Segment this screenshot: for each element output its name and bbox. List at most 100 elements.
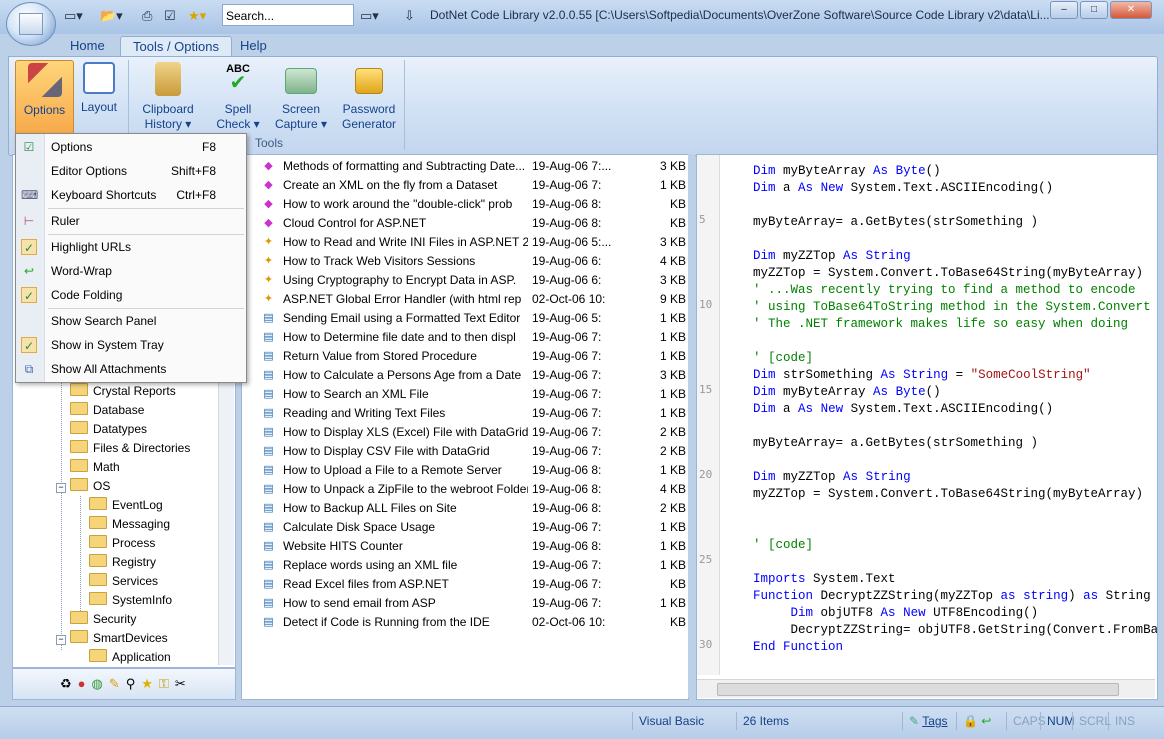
menu-item-word-wrap[interactable]: ↩ Word-Wrap xyxy=(16,260,246,282)
tree-item-application[interactable]: Application xyxy=(89,648,171,664)
code-line: myZZTop = System.Convert.ToBase64String(… xyxy=(753,266,1144,280)
tree-item-database[interactable]: Database xyxy=(70,401,144,420)
menu-item-label: Show Search Panel xyxy=(51,314,157,328)
highlight-icon[interactable]: ✎ xyxy=(109,676,126,691)
folder-icon xyxy=(89,497,107,510)
list-item[interactable]: ◆ Create an XML on the fly from a Dataset… xyxy=(242,176,688,195)
list-item[interactable]: ▤ How to Calculate a Persons Age from a D… xyxy=(242,366,688,385)
menu-item-show-search-panel[interactable]: Show Search Panel xyxy=(16,310,246,332)
list-item[interactable]: ▤ Read Excel files from ASP.NET 19-Aug-06 … xyxy=(242,575,688,594)
list-item[interactable]: ▤ Sending Email using a Formatted Text Ed… xyxy=(242,309,688,328)
search-options-icon[interactable]: ▭▾ xyxy=(360,6,379,26)
list-item[interactable]: ✦ How to Read and Write INI Files in ASP.… xyxy=(242,233,688,252)
print-icon[interactable]: ⎙ xyxy=(142,6,152,26)
colors-icon[interactable]: ● xyxy=(78,676,92,691)
star-icon[interactable]: ★ xyxy=(141,676,159,691)
search-input[interactable]: Search... xyxy=(222,4,354,26)
screen-capture-button[interactable]: Screen Capture ▾ xyxy=(272,60,330,134)
tree-item-math[interactable]: Math xyxy=(70,458,120,477)
list-item[interactable]: ▤ Replace words using an XML file 19-Aug-0… xyxy=(242,556,688,575)
minimize-button[interactable]: – xyxy=(1050,1,1078,19)
new-icon[interactable]: ▭▾ xyxy=(64,6,83,26)
list-item-date: 19-Aug-06 7: xyxy=(532,349,602,363)
list-item[interactable]: ▤ How to send email from ASP 19-Aug-06 7: 1… xyxy=(242,594,688,613)
code-editor[interactable]: 5 10 15 20 25 30 Dim myByteArray As Byte… xyxy=(696,154,1158,700)
list-item[interactable]: ▤ Detect if Code is Running from the IDE 0… xyxy=(242,613,688,632)
menu-item-show-in-system-tray[interactable]: ✓ Show in System Tray xyxy=(16,334,246,356)
list-item-date: 02-Oct-06 10: xyxy=(532,292,606,306)
tree-toolbar-icons[interactable]: ♻●◍✎⚲★⚿✂ xyxy=(60,676,192,692)
tree-item-crystal-reports[interactable]: Crystal Reports xyxy=(70,382,176,401)
tools-icon[interactable]: ✂ xyxy=(175,676,192,691)
tab-help[interactable]: Help xyxy=(228,36,279,56)
open-folder-icon[interactable]: 📂▾ xyxy=(100,6,123,26)
list-item[interactable]: ✦ How to Track Web Visitors Sessions 19-Au… xyxy=(242,252,688,271)
tree-item-os[interactable]: − OS xyxy=(56,477,110,496)
list-item[interactable]: ◆ How to work around the "double-click" p… xyxy=(242,195,688,214)
list-item[interactable]: ▤ How to Unpack a ZipFile to the webroot … xyxy=(242,480,688,499)
globe-icon[interactable]: ◍ xyxy=(92,676,109,691)
tree-item-process[interactable]: Process xyxy=(89,534,155,553)
tree-item-files-directories[interactable]: Files & Directories xyxy=(70,439,190,458)
list-item[interactable]: ◆ Cloud Control for ASP.NET 19-Aug-06 8: KB xyxy=(242,214,688,233)
tree-item-eventlog[interactable]: EventLog xyxy=(89,496,163,515)
lock-icon[interactable]: 🔒 xyxy=(963,714,978,728)
pane-splitter[interactable] xyxy=(688,154,695,698)
list-item[interactable]: ▤ How to Search an XML File 19-Aug-06 7: 1 … xyxy=(242,385,688,404)
list-item[interactable]: ▤ How to Determine file date and to then … xyxy=(242,328,688,347)
list-item[interactable]: ▤ Website HITS Counter 19-Aug-06 8: 1 KB xyxy=(242,537,688,556)
tree-item-datatypes[interactable]: Datatypes xyxy=(70,420,147,439)
menu-item-options[interactable]: ☑ Options F8 xyxy=(16,136,246,158)
spell-check-button[interactable]: ABC ✔ Spell Check ▾ xyxy=(210,60,266,134)
search-icon[interactable]: ⚲ xyxy=(126,676,142,691)
clipboard-history-button[interactable]: Clipboard History ▾ xyxy=(136,60,200,134)
tree-item-security[interactable]: Security xyxy=(70,610,136,629)
code-horizontal-scrollbar[interactable] xyxy=(697,679,1155,698)
favorite-star-icon[interactable]: ★▾ xyxy=(188,6,206,26)
tree-item-services[interactable]: Services xyxy=(89,572,158,591)
list-item[interactable]: ▤ Reading and Writing Text Files 19-Aug-06… xyxy=(242,404,688,423)
tree-item-messaging[interactable]: Messaging xyxy=(89,515,170,534)
wrap-icon[interactable]: ↩ xyxy=(981,714,991,728)
password-generator-button[interactable]: Password Generator xyxy=(338,60,400,134)
tree-item-smartdevices[interactable]: − SmartDevices xyxy=(56,629,168,648)
folder-icon xyxy=(70,440,88,453)
list-item[interactable]: ▤ How to Display CSV File with DataGrid 19… xyxy=(242,442,688,461)
maximize-button[interactable]: □ xyxy=(1080,1,1108,19)
list-item-title: Using Cryptography to Encrypt Data in AS… xyxy=(283,273,517,287)
status-tags-button[interactable]: ✎ Tags xyxy=(902,712,959,730)
tab-tools-options[interactable]: Tools / Options xyxy=(120,36,232,57)
layout-button[interactable]: Layout xyxy=(76,60,122,134)
tree-item-registry[interactable]: Registry xyxy=(89,553,156,572)
close-button[interactable]: ✕ xyxy=(1110,1,1152,19)
collapse-toggle-icon[interactable]: − xyxy=(56,635,66,645)
list-item[interactable]: ◆ Methods of formatting and Subtracting D… xyxy=(242,157,688,176)
tree-item-systeminfo[interactable]: SystemInfo xyxy=(89,591,172,610)
menu-item-editor-options[interactable]: Editor Options Shift+F8 xyxy=(16,160,246,182)
app-menu-button[interactable] xyxy=(6,2,56,46)
refresh-icon[interactable]: ♻ xyxy=(60,676,78,691)
status-tray-icons[interactable]: 🔒 ↩ xyxy=(956,712,1005,730)
list-item[interactable]: ▤ How to Backup ALL Files on Site 19-Aug-0… xyxy=(242,499,688,518)
menu-item-highlight-urls[interactable]: ✓ Highlight URLs xyxy=(16,236,246,258)
menu-item-ruler[interactable]: ⊢ Ruler xyxy=(16,210,246,232)
list-item[interactable]: ▤ How to Display XLS (Excel) File with Da… xyxy=(242,423,688,442)
list-item[interactable]: ▤ Return Value from Stored Procedure 19-Au… xyxy=(242,347,688,366)
scrollbar-thumb[interactable] xyxy=(717,683,1119,696)
list-item[interactable]: ✦ ASP.NET Global Error Handler (with html… xyxy=(242,290,688,309)
menu-item-show-all-attachments[interactable]: ⧉ Show All Attachments xyxy=(16,358,246,380)
key-icon[interactable]: ⚿ xyxy=(159,676,175,691)
tab-home[interactable]: Home xyxy=(58,36,117,56)
options-button-label: Options xyxy=(23,103,66,117)
list-item-date: 02-Oct-06 10: xyxy=(532,615,606,629)
list-item[interactable]: ▤ How to Upload a File to a Remote Server… xyxy=(242,461,688,480)
list-item[interactable]: ▤ Calculate Disk Space Usage 19-Aug-06 7: 1… xyxy=(242,518,688,537)
menu-item-keyboard-shortcuts[interactable]: ⌨ Keyboard Shortcuts Ctrl+F8 xyxy=(16,184,246,206)
list-item[interactable]: ✦ Using Cryptography to Encrypt Data in A… xyxy=(242,271,688,290)
check-icon[interactable]: ☑ xyxy=(164,6,176,26)
options-button[interactable]: Options xyxy=(15,60,74,136)
collapse-toggle-icon[interactable]: − xyxy=(56,483,66,493)
toolbar-dropdown-icon[interactable]: ⇩ xyxy=(404,6,415,26)
list-item-date: 19-Aug-06 8: xyxy=(532,197,602,211)
menu-item-code-folding[interactable]: ✓ Code Folding xyxy=(16,284,246,306)
